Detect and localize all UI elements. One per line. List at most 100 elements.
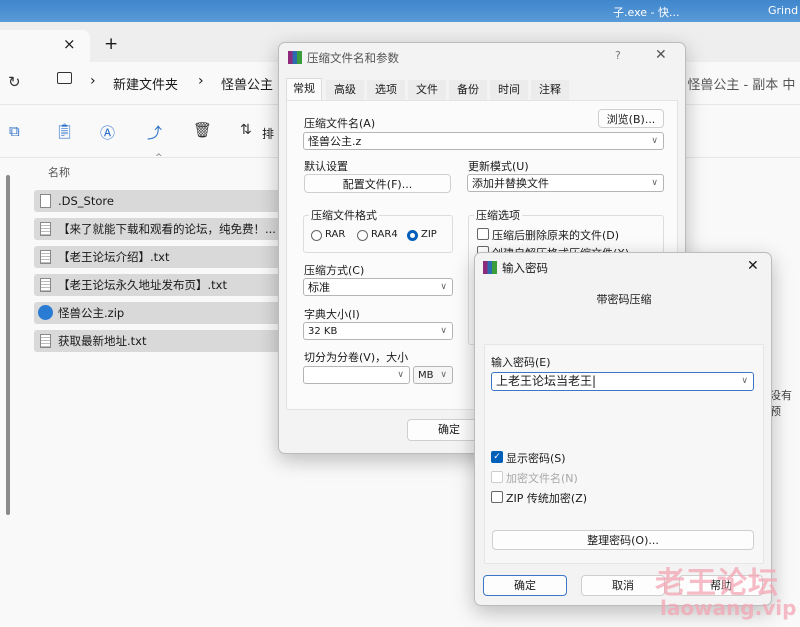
text-file-icon: [40, 334, 51, 348]
text-file-icon: [40, 278, 51, 292]
new-tab-button[interactable]: +: [104, 34, 118, 54]
close-button[interactable]: ✕: [655, 47, 667, 63]
radio-zip-label: ZIP: [421, 229, 437, 240]
delete-after-checkbox[interactable]: [477, 228, 489, 240]
delete-after-label: 压缩后删除原来的文件(D): [492, 229, 620, 242]
rename-icon[interactable]: Ⓐ: [100, 122, 115, 143]
file-row[interactable]: 【老王论坛永久地址发布页】.txt: [34, 274, 284, 296]
chevron-down-icon: ∨: [397, 370, 404, 380]
zip-file-icon: [38, 305, 53, 320]
dialog-heading: 带密码压缩: [596, 293, 652, 306]
taskbar-item[interactable]: Grind: [768, 4, 798, 17]
show-password-checkbox[interactable]: ✓: [491, 451, 503, 463]
radio-rar[interactable]: [311, 230, 322, 241]
text-file-icon: [40, 250, 51, 264]
zip-legacy-checkbox[interactable]: [491, 491, 503, 503]
radio-rar4-label: RAR4: [371, 229, 398, 240]
organize-passwords-button[interactable]: 整理密码(O)...: [492, 530, 754, 550]
help-button[interactable]: ?: [615, 49, 621, 62]
share-icon[interactable]: ⤴: [147, 122, 162, 143]
dialog-title: 压缩文件名和参数: [307, 51, 399, 65]
cancel-button[interactable]: 取消: [581, 575, 665, 596]
radio-rar-label: RAR: [325, 229, 346, 240]
profiles-button[interactable]: 配置文件(F)...: [304, 174, 451, 193]
breadcrumb-item[interactable]: 新建文件夹: [113, 74, 178, 93]
taskbar-item[interactable]: 子.exe - 快...: [613, 4, 679, 20]
file-name: 怪兽公主.zip: [58, 306, 125, 320]
scrollbar[interactable]: [6, 175, 10, 515]
sort-ascending-icon: ^: [155, 153, 163, 163]
file-row[interactable]: 获取最新地址.txt: [34, 330, 284, 352]
tab-strip: 常规 高级 选项 文件 备份 时间 注释: [286, 78, 676, 100]
update-mode-combo[interactable]: 添加并替换文件 ∨: [467, 174, 664, 192]
file-name: 【来了就能下载和观看的论坛，纯免费！...: [58, 222, 276, 236]
archive-name-combo[interactable]: 怪兽公主.z ∨: [303, 132, 664, 150]
paste-icon[interactable]: 📋︎: [55, 122, 74, 140]
close-button[interactable]: ✕: [747, 258, 759, 274]
delete-icon[interactable]: 🗑︎: [193, 121, 212, 139]
tab-comment[interactable]: 注释: [531, 80, 569, 100]
tab-general[interactable]: 常规: [286, 78, 322, 100]
explorer-tab[interactable]: ×: [0, 30, 90, 62]
split-size-combo[interactable]: ∨: [303, 366, 410, 384]
method-label: 压缩方式(C): [304, 264, 365, 277]
browse-button[interactable]: 浏览(B)...: [598, 109, 664, 128]
preview-hint: 没有预: [770, 389, 792, 418]
tab-time[interactable]: 时间: [490, 80, 528, 100]
chevron-down-icon: ∨: [651, 178, 658, 188]
tab-backup[interactable]: 备份: [449, 80, 487, 100]
chevron-down-icon: ∨: [741, 376, 748, 386]
sort-icon[interactable]: ⇅: [240, 122, 252, 138]
column-header-name[interactable]: 名称: [48, 164, 70, 180]
chevron-down-icon: ∨: [440, 370, 447, 380]
radio-zip[interactable]: [407, 230, 418, 241]
split-unit-combo[interactable]: MB ∨: [413, 366, 453, 384]
breadcrumb-separator: ›: [198, 73, 204, 89]
help-button[interactable]: 帮助: [679, 575, 763, 596]
tab-files[interactable]: 文件: [408, 80, 446, 100]
password-dialog: 输入密码 ✕ 带密码压缩 输入密码(E) 上老王论坛当老王| ∨ ✓ 显示密码(S…: [474, 252, 772, 606]
show-password-label: 显示密码(S): [506, 452, 566, 465]
chevron-down-icon: ∨: [440, 326, 447, 336]
file-row[interactable]: .DS_Store: [34, 190, 284, 212]
default-settings-label: 默认设置: [304, 160, 348, 173]
winrar-icon: [288, 51, 302, 64]
tab-advanced[interactable]: 高级: [326, 80, 364, 100]
password-input[interactable]: 上老王论坛当老王| ∨: [491, 372, 754, 391]
winrar-icon: [483, 261, 497, 274]
file-icon: [40, 194, 51, 208]
file-row[interactable]: 【老王论坛介绍】.txt: [34, 246, 284, 268]
file-row[interactable]: 【来了就能下载和观看的论坛，纯免费！...: [34, 218, 284, 240]
tab-options[interactable]: 选项: [367, 80, 405, 100]
archive-name-label: 压缩文件名(A): [304, 117, 376, 130]
password-label: 输入密码(E): [491, 356, 551, 369]
refresh-icon[interactable]: ↻: [8, 73, 21, 91]
file-name: 【老王论坛永久地址发布页】.txt: [58, 278, 227, 292]
update-mode-label: 更新模式(U): [468, 160, 529, 173]
search-box[interactable]: E 怪兽公主 - 副本 中: [675, 74, 795, 93]
copy-icon[interactable]: ⧉: [9, 122, 20, 140]
file-row[interactable]: 怪兽公主.zip: [34, 302, 284, 324]
ok-button[interactable]: 确定: [483, 575, 567, 596]
chevron-down-icon: ∨: [440, 282, 447, 292]
breadcrumb-item[interactable]: 怪兽公主: [221, 74, 273, 93]
dictionary-combo[interactable]: 32 KB ∨: [303, 322, 453, 340]
radio-rar4[interactable]: [357, 230, 368, 241]
zip-legacy-label: ZIP 传统加密(Z): [506, 492, 588, 505]
file-name: 获取最新地址.txt: [58, 334, 147, 348]
dictionary-label: 字典大小(I): [304, 308, 360, 321]
dialog-title: 输入密码: [502, 261, 548, 275]
file-name: 【老王论坛介绍】.txt: [58, 250, 170, 264]
chevron-down-icon: ∨: [651, 136, 658, 146]
text-file-icon: [40, 222, 51, 236]
close-tab-icon[interactable]: ×: [63, 35, 76, 53]
sort-button[interactable]: 排: [262, 125, 274, 142]
encrypt-names-checkbox[interactable]: [491, 471, 503, 483]
encrypt-names-label: 加密文件名(N): [506, 472, 578, 485]
options-group-label: 压缩选项: [474, 207, 522, 223]
computer-icon[interactable]: [57, 72, 72, 84]
method-combo[interactable]: 标准 ∨: [303, 278, 453, 296]
breadcrumb-separator: ›: [90, 73, 96, 89]
split-label: 切分为分卷(V)，大小: [304, 351, 409, 364]
file-name: .DS_Store: [58, 194, 114, 208]
